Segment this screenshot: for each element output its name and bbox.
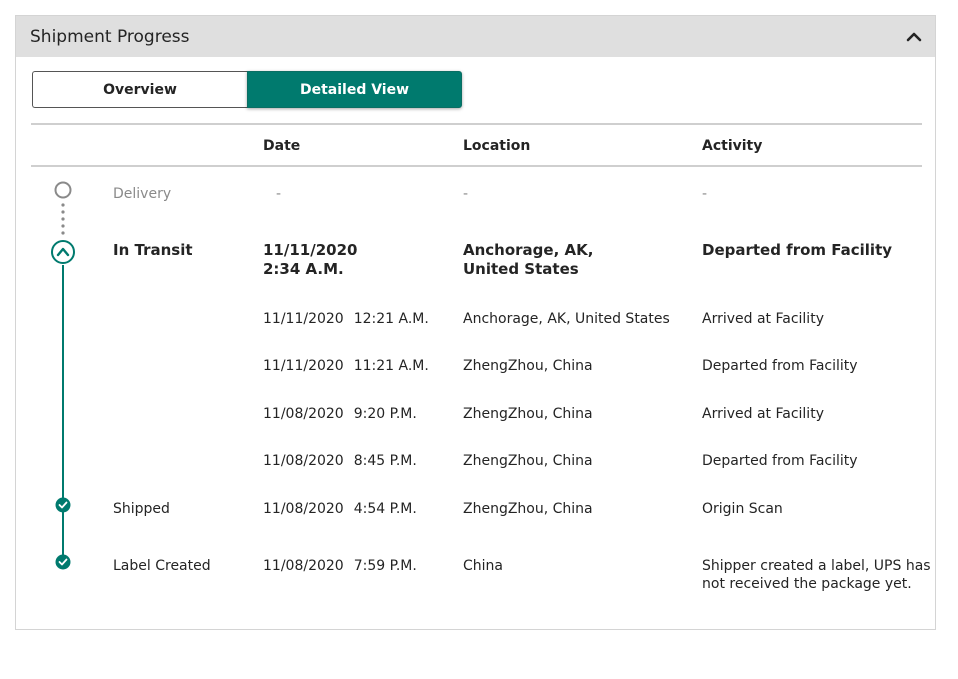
chevron-up-icon [906,32,922,42]
event-activity: Arrived at Facility [702,311,824,327]
delivery-status: Delivery [113,186,172,202]
collapse-button[interactable] [905,28,923,46]
shipped-date: 11/08/2020 4:54 P.M. [263,501,417,517]
in-transit-location: Anchorage, AK, United States [463,241,594,278]
event-activity: Departed from Facility [702,358,858,374]
label-created-location: China [463,558,503,574]
label-created-activity: Shipper created a label, UPS has not rec… [702,557,931,593]
in-transit-date: 11/11/2020 2:34 A.M. [263,241,357,279]
progress-timeline [51,181,75,570]
event-location: ZhengZhou, China [463,406,593,422]
panel-header: Shipment Progress [16,16,935,57]
event-date: 11/08/2020 8:45 P.M. [263,453,417,469]
delivery-activity: - [702,186,708,202]
shipped-status: Shipped [113,501,170,517]
in-transit-activity: Departed from Facility [702,241,893,259]
event-date: 11/11/2020 12:21 A.M. [263,311,429,327]
label-created-activity-line2: not received the package yet. [702,576,912,592]
label-created-activity-line1: Shipper created a label, UPS has [702,558,931,574]
table-top-divider [31,123,922,125]
column-header-activity: Activity [702,138,763,154]
delivery-pending-icon [54,181,72,199]
label-created-check-icon [55,554,71,570]
delivery-date: - [276,186,282,202]
event-activity: Arrived at Facility [702,406,824,422]
detailed-view-tab[interactable]: Detailed View [247,71,462,108]
event-activity: Departed from Facility [702,453,858,469]
overview-tab[interactable]: Overview [32,71,247,108]
label-created-date: 11/08/2020 7:59 P.M. [263,558,417,574]
shipped-check-icon [55,497,71,513]
in-transit-status: In Transit [113,241,193,259]
column-header-date: Date [263,138,301,154]
shipment-progress-panel: Shipment Progress Overview Detailed View… [15,15,936,630]
dotted-connector [61,203,65,235]
label-created-status: Label Created [113,558,211,574]
event-location: ZhengZhou, China [463,358,593,374]
event-location: Anchorage, AK, United States [463,311,670,327]
shipped-activity: Origin Scan [702,501,783,517]
event-date: 11/08/2020 9:20 P.M. [263,406,417,422]
event-location: ZhengZhou, China [463,453,593,469]
event-date: 11/11/2020 11:21 A.M. [263,358,429,374]
shipped-location: ZhengZhou, China [463,501,593,517]
delivery-location: - [463,186,469,202]
in-transit-date-line2: 2:34 A.M. [263,260,344,278]
view-toggle: Overview Detailed View [32,71,462,108]
panel-title: Shipment Progress [30,27,190,47]
table-header-divider [31,165,922,167]
in-transit-chevron-icon [51,240,75,264]
column-header-location: Location [463,138,531,154]
in-transit-date-line1: 11/11/2020 [263,241,358,259]
